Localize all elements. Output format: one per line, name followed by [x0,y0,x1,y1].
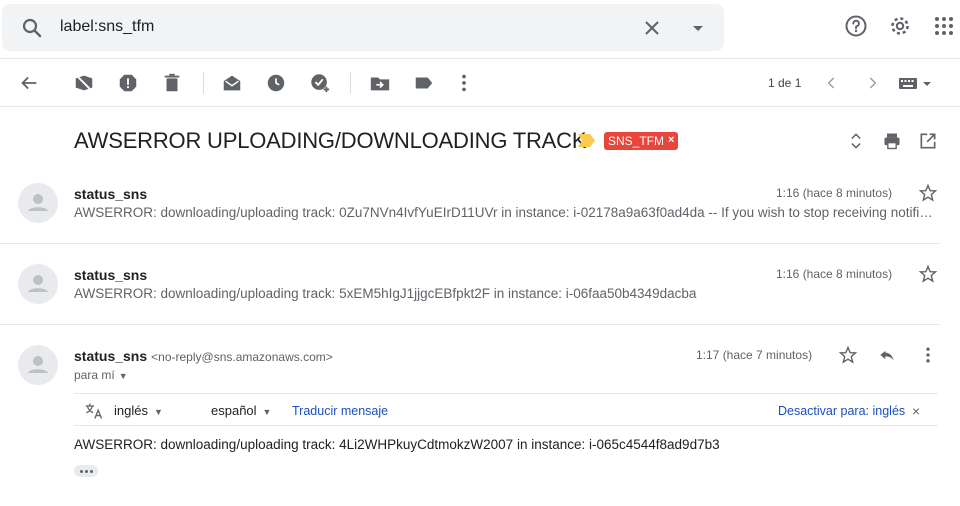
star-icon[interactable] [918,264,938,284]
sender-name: status_sns [74,267,148,283]
reply-icon[interactable] [877,345,897,365]
recipient-details-toggle[interactable]: para mí ▼ [74,368,128,382]
message-time: 1:16 (hace 8 minutos) [776,186,893,200]
toolbar-divider [203,72,204,94]
sender-name: status_sns [74,186,148,202]
message-time: 1:16 (hace 8 minutos) [776,267,893,281]
sender-email: <no-reply@sns.amazonaws.com> [151,350,333,364]
message-time: 1:17 (hace 7 minutos) [696,348,813,362]
star-icon[interactable] [838,345,858,365]
more-options-icon[interactable] [918,345,938,365]
important-marker-icon[interactable] [578,134,595,147]
avatar [18,183,58,223]
add-task-icon[interactable] [309,72,331,94]
remove-label-button[interactable]: × [668,134,674,146]
toolbar-divider-line [0,106,960,107]
chevron-right-icon[interactable] [862,73,882,93]
search-icon[interactable] [20,16,44,40]
expand-all-icon[interactable] [846,131,866,151]
archive-icon[interactable] [73,72,95,94]
clear-search-icon[interactable] [640,16,664,40]
chevron-down-icon: ▼ [153,407,163,417]
source-language-value: inglés [114,403,148,418]
mark-unread-icon[interactable] [221,72,243,94]
show-trimmed-content-button[interactable] [74,465,98,477]
source-language-select[interactable]: inglés ▼ [114,403,163,418]
header-divider [0,58,960,59]
snooze-clock-icon[interactable] [265,72,287,94]
avatar [18,345,58,385]
report-spam-icon[interactable] [117,72,139,94]
open-new-window-icon[interactable] [918,131,938,151]
message-snippet: AWSERROR: downloading/uploading track: 5… [74,286,697,301]
chevron-down-icon: ▼ [262,407,272,417]
close-translate-bar-button[interactable]: × [912,403,920,419]
search-options-icon[interactable] [686,16,710,40]
apps-grid-icon[interactable] [932,14,956,38]
message-divider [0,243,940,244]
translate-icon [85,403,103,419]
more-options-icon[interactable] [453,72,475,94]
message-collapsed[interactable]: status_sns AWSERROR: downloading/uploadi… [0,176,960,242]
label-chip-sns-tfm[interactable]: SNS_TFM × [604,132,679,150]
star-icon[interactable] [918,183,938,203]
target-language-select[interactable]: español ▼ [211,403,271,418]
chevron-down-icon: ▼ [118,371,128,381]
pagination-count: 1 de 1 [768,76,802,90]
disable-translation-link[interactable]: Desactivar para: inglés [778,404,905,418]
message-snippet: AWSERROR: downloading/uploading track: 0… [74,205,936,220]
toolbar-divider [350,72,351,94]
target-language-value: español [211,403,257,418]
help-icon[interactable] [844,14,868,38]
delete-icon[interactable] [161,72,183,94]
move-to-icon[interactable] [369,72,391,94]
recipient-label: para mí [74,368,115,382]
back-arrow-icon[interactable] [18,72,40,94]
gear-icon[interactable] [888,14,912,38]
sender-name-line: status_sns <no-reply@sns.amazonaws.com> [74,348,333,364]
label-icon[interactable] [413,72,435,94]
chevron-left-icon[interactable] [822,73,842,93]
translate-message-link[interactable]: Traducir mensaje [292,404,388,418]
print-icon[interactable] [882,131,902,151]
avatar [18,264,58,304]
thread-subject: AWSERROR UPLOADING/DOWNLOADING TRACK [74,128,587,153]
keyboard-input-icon[interactable] [898,74,934,92]
message-body: AWSERROR: downloading/uploading track: 4… [74,437,720,452]
search-bar[interactable]: label:sns_tfm [2,4,724,51]
message-divider [0,324,940,325]
label-chip-text: SNS_TFM [608,134,665,148]
search-input[interactable]: label:sns_tfm [60,18,154,36]
message-collapsed[interactable]: status_sns AWSERROR: downloading/uploadi… [0,257,960,323]
sender-name[interactable]: status_sns [74,348,147,364]
translate-bar: inglés ▼ español ▼ Traducir mensaje Desact… [74,393,938,426]
